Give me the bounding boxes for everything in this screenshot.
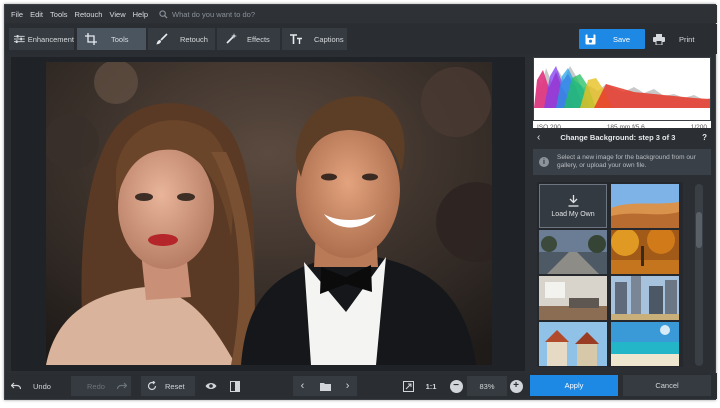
text-icon — [290, 33, 302, 44]
histogram — [533, 57, 711, 121]
cancel-label: Cancel — [655, 381, 679, 390]
tab-captions[interactable]: Captions — [282, 28, 348, 50]
magic-wand-icon — [226, 33, 237, 44]
image-canvas[interactable] — [11, 57, 525, 371]
search-input[interactable]: What do you want to do? — [172, 10, 255, 19]
actual-size-button[interactable]: 1:1 — [423, 376, 439, 396]
redo-label: Redo — [87, 381, 105, 391]
zoom-out-button[interactable]: − — [449, 376, 463, 396]
background-thumb-road[interactable] — [539, 230, 607, 274]
eye-icon — [205, 383, 217, 389]
preview-eye-button[interactable] — [203, 376, 219, 396]
load-my-own-button[interactable]: Load My Own — [539, 184, 607, 228]
menu-bar: File Edit Tools Retouch View Help What d… — [5, 5, 717, 23]
photo[interactable] — [46, 62, 492, 365]
menu-retouch[interactable]: Retouch — [75, 10, 103, 19]
zoom-ratio-label: 1:1 — [425, 381, 437, 391]
hint-box: i Select a new image for the background … — [533, 149, 711, 175]
compare-icon — [230, 380, 240, 392]
tab-enhancement[interactable]: Enhancement — [9, 28, 75, 50]
gallery-scrollbar[interactable] — [695, 184, 703, 366]
reset-button[interactable]: Reset — [141, 376, 195, 396]
info-icon: i — [539, 157, 549, 167]
fit-screen-icon — [402, 380, 414, 392]
next-image-button[interactable]: › — [346, 380, 350, 392]
print-button-label: Print — [679, 34, 695, 44]
histogram-graph — [534, 58, 710, 108]
floppy-disk-icon — [585, 34, 596, 44]
reset-label: Reset — [165, 381, 185, 391]
tab-retouch-label: Retouch — [180, 34, 208, 44]
undo-label: Undo — [33, 381, 51, 391]
navigation-group: ‹ › — [293, 376, 357, 396]
undo-button[interactable]: Undo — [11, 376, 65, 396]
menu-edit[interactable]: Edit — [30, 10, 43, 19]
tab-effects[interactable]: Effects — [217, 28, 281, 50]
portrait-photo — [46, 62, 492, 365]
tab-tools[interactable]: Tools — [77, 28, 147, 50]
redo-icon — [116, 382, 127, 390]
apply-button[interactable]: Apply — [530, 375, 618, 396]
zoom-level-value: 83% — [479, 381, 495, 391]
hint-text: Select a new image for the background fr… — [557, 154, 696, 169]
menu-help[interactable]: Help — [133, 10, 148, 19]
bottom-bar: Undo Redo Reset ‹ › 1:1 − 83% + Apply Ca… — [5, 373, 717, 399]
background-thumb-interior[interactable] — [539, 276, 607, 320]
background-gallery: Load My Own — [537, 182, 683, 367]
back-arrow-icon[interactable]: ‹ — [537, 132, 540, 143]
apply-label: Apply — [564, 381, 584, 390]
tab-captions-label: Captions — [314, 34, 344, 44]
step-header: ‹ Change Background: step 3 of 3 ? — [533, 128, 711, 146]
background-thumb-village[interactable] — [539, 322, 607, 366]
background-thumb-beach[interactable] — [611, 322, 679, 366]
tab-retouch[interactable]: Retouch — [148, 28, 216, 50]
previous-image-button[interactable]: ‹ — [301, 380, 305, 392]
download-icon — [568, 194, 578, 207]
tab-tools-label: Tools — [111, 34, 129, 44]
menu-view[interactable]: View — [109, 10, 125, 19]
plus-icon: + — [509, 379, 523, 393]
search-icon — [159, 9, 168, 19]
zoom-in-button[interactable]: + — [509, 376, 523, 396]
help-icon[interactable]: ? — [702, 133, 707, 142]
compare-button[interactable] — [227, 376, 243, 396]
app-window: File Edit Tools Retouch View Help What d… — [4, 4, 717, 400]
toolbar: Enhancement Tools Retouch Effects Captio… — [5, 24, 717, 54]
cancel-button[interactable]: Cancel — [623, 375, 711, 396]
crop-icon — [85, 33, 97, 45]
gallery-scroll-thumb[interactable] — [696, 212, 702, 248]
fit-to-screen-button[interactable] — [401, 376, 415, 396]
undo-icon — [11, 382, 21, 390]
menu-tools[interactable]: Tools — [50, 10, 68, 19]
printer-icon — [653, 33, 665, 45]
tab-enhancement-label: Enhancement — [27, 34, 74, 44]
tab-effects-label: Effects — [247, 34, 270, 44]
step-title: Change Background: step 3 of 3 — [560, 132, 676, 142]
redo-button[interactable]: Redo — [71, 376, 131, 396]
right-panel: ISO 200 185 mm f/5.6 1/200 ‹ Change Back… — [529, 57, 713, 371]
zoom-level-field[interactable]: 83% — [467, 376, 507, 396]
search-box[interactable]: What do you want to do? — [159, 10, 255, 19]
reset-icon — [147, 381, 157, 391]
save-button[interactable]: Save — [579, 29, 645, 49]
background-thumb-city[interactable] — [611, 276, 679, 320]
print-button[interactable]: Print — [649, 29, 711, 49]
background-thumb-desert[interactable] — [611, 184, 679, 228]
background-thumb-autumn[interactable] — [611, 230, 679, 274]
load-my-own-label: Load My Own — [551, 210, 595, 218]
brush-icon — [156, 33, 168, 45]
save-button-label: Save — [613, 34, 631, 44]
menu-file[interactable]: File — [11, 10, 23, 19]
sliders-icon — [14, 34, 25, 44]
folder-icon[interactable] — [319, 382, 331, 391]
minus-icon: − — [449, 379, 463, 393]
